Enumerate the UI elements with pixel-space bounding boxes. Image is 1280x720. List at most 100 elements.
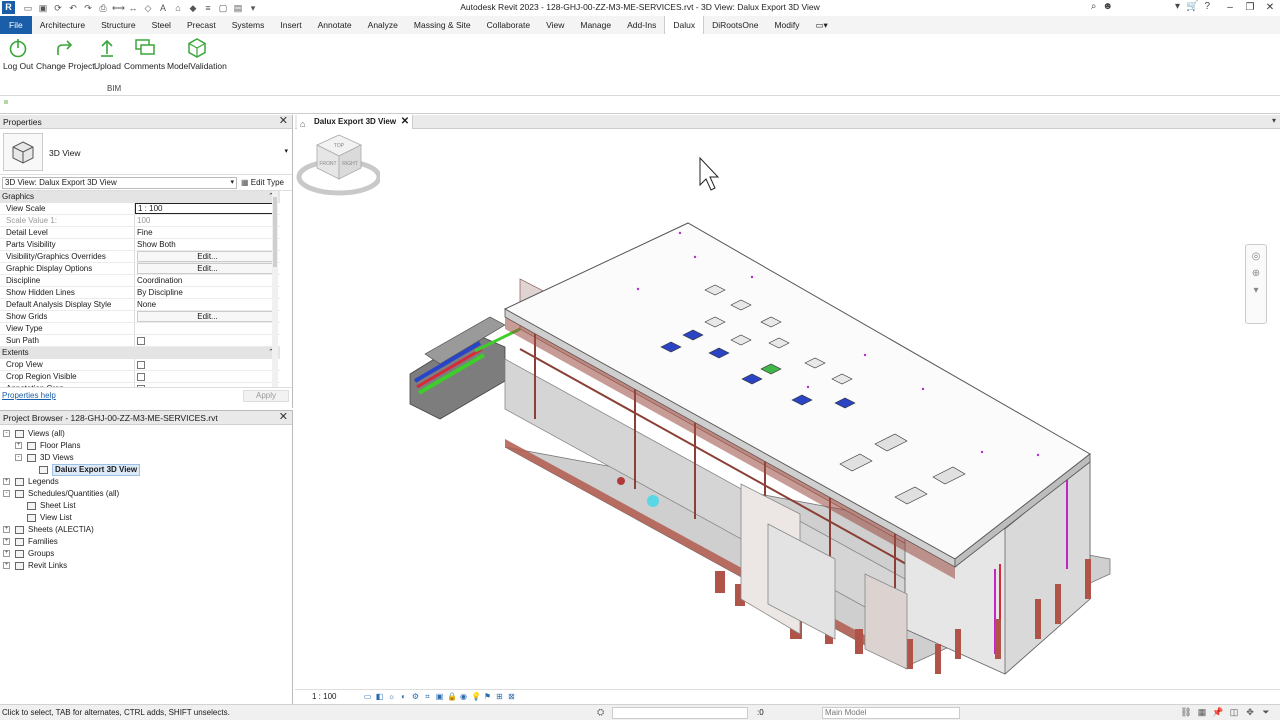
sun-path-icon[interactable]: ☼ — [387, 692, 396, 702]
checkbox[interactable] — [137, 361, 145, 369]
property-value[interactable] — [135, 323, 280, 334]
log-out-button[interactable]: Log Out — [3, 37, 33, 71]
browser-node[interactable]: + Families — [0, 536, 292, 548]
crop-view-icon[interactable]: ⌗ — [423, 692, 432, 702]
property-value[interactable]: Show Both — [135, 239, 280, 250]
property-value[interactable] — [135, 359, 280, 370]
close-icon[interactable]: ✕ — [279, 411, 288, 424]
tab-file[interactable]: File — [0, 16, 32, 34]
edit-button[interactable]: Edit... — [137, 263, 278, 274]
binoculars-icon[interactable]: ⌕ — [1091, 1, 1097, 12]
chevron-down-icon[interactable]: ▾ — [1246, 285, 1266, 296]
visual-style-icon[interactable]: ◧ — [375, 692, 384, 702]
cart-icon[interactable]: 🛒 — [1186, 1, 1198, 12]
browser-node[interactable]: + Floor Plans — [0, 440, 292, 452]
tab-insert[interactable]: Insert — [272, 16, 309, 34]
tab-modify[interactable]: Modify — [766, 16, 807, 34]
dropdown-icon[interactable]: ▾ — [1175, 1, 1180, 12]
tab-view[interactable]: View — [538, 16, 572, 34]
collapse-icon[interactable]: - — [3, 490, 10, 497]
tab-annotate[interactable]: Annotate — [310, 16, 360, 34]
expand-icon[interactable]: + — [3, 478, 10, 485]
worksets-icon[interactable]: ⛭ — [597, 707, 604, 718]
contextual-tab-dropdown[interactable]: ▭▾ — [807, 16, 835, 34]
render-icon[interactable]: ⚙ — [411, 692, 420, 702]
help-icon[interactable]: ? — [1204, 1, 1210, 12]
expand-icon[interactable]: + — [3, 538, 10, 545]
property-value[interactable]: By Discipline — [135, 287, 280, 298]
browser-node[interactable]: - 3D Views — [0, 452, 292, 464]
select-links-icon[interactable]: ⛓ — [1180, 707, 1192, 718]
close-icon[interactable]: ✕ — [279, 115, 288, 128]
property-value[interactable]: Coordination — [135, 275, 280, 286]
steering-wheel-icon[interactable]: ◎ — [1246, 251, 1266, 262]
tab-dalux[interactable]: Dalux — [664, 16, 705, 34]
property-group-graphics[interactable]: Graphics⌃ — [0, 191, 280, 203]
restore-button[interactable]: ❐ — [1240, 0, 1260, 16]
tab-add-ins[interactable]: Add-Ins — [619, 16, 664, 34]
edit-button[interactable]: Edit... — [137, 251, 278, 262]
property-value[interactable]: Edit... — [135, 311, 280, 322]
edit-type-button[interactable]: ▦ Edit Type — [241, 177, 284, 189]
change-project-button[interactable]: Change Project — [36, 37, 95, 71]
collapse-icon[interactable]: - — [15, 454, 22, 461]
select-pinned-icon[interactable]: 📌 — [1212, 707, 1224, 718]
constraints-icon[interactable]: ⊠ — [507, 692, 516, 702]
expand-icon[interactable]: + — [3, 526, 10, 533]
checkbox[interactable] — [137, 337, 145, 345]
chevron-down-icon[interactable]: ▾ — [284, 147, 288, 155]
expand-icon[interactable]: + — [3, 562, 10, 569]
tab-architecture[interactable]: Architecture — [32, 16, 93, 34]
select-by-face-icon[interactable]: ◫ — [1228, 707, 1240, 718]
tab-menu-icon[interactable]: ▾ — [1272, 116, 1276, 125]
properties-help-link[interactable]: Properties help — [2, 391, 56, 400]
browser-node[interactable]: + Groups — [0, 548, 292, 560]
browser-node[interactable]: + Legends — [0, 476, 292, 488]
analytical-icon[interactable]: ⊞ — [495, 692, 504, 702]
browser-node[interactable]: + Revit Links — [0, 560, 292, 572]
property-value[interactable]: 100 — [135, 215, 280, 226]
tab-systems[interactable]: Systems — [224, 16, 273, 34]
expand-icon[interactable]: + — [3, 550, 10, 557]
property-value[interactable]: Edit... — [135, 263, 280, 274]
collapse-icon[interactable]: - — [3, 430, 10, 437]
reveal-hidden-icon[interactable]: 💡 — [471, 692, 481, 702]
tab-dalux-export-3d-view[interactable]: ⌂ Dalux Export 3D View ✕ — [297, 115, 414, 129]
tab-manage[interactable]: Manage — [572, 16, 619, 34]
instance-selector[interactable]: 3D View: Dalux Export 3D View ▾ — [2, 177, 237, 189]
browser-node[interactable]: Sheet List — [0, 500, 292, 512]
property-value[interactable]: None — [135, 299, 280, 310]
upload-button[interactable]: Upload — [94, 37, 121, 71]
view-cube[interactable]: TOP FRONT RIGHT — [295, 129, 380, 204]
browser-node[interactable]: - Views (all) — [0, 428, 292, 440]
minimize-button[interactable]: – — [1220, 0, 1240, 16]
property-group-extents[interactable]: Extents⌃ — [0, 347, 280, 359]
select-underlay-icon[interactable]: ▦ — [1196, 707, 1208, 718]
browser-node[interactable]: - Schedules/Quantities (all) — [0, 488, 292, 500]
lock-icon[interactable]: 🔒 — [447, 692, 457, 702]
browser-node[interactable]: + Sheets (ALECTIA) — [0, 524, 292, 536]
design-option-field[interactable]: Main Model — [822, 707, 960, 719]
tab-dirootsone[interactable]: DiRootsOne — [704, 16, 766, 34]
close-tab-icon[interactable]: ✕ — [401, 115, 409, 129]
tab-steel[interactable]: Steel — [144, 16, 179, 34]
close-button[interactable]: ✕ — [1260, 0, 1280, 16]
property-value[interactable] — [135, 371, 280, 382]
tab-collaborate[interactable]: Collaborate — [479, 16, 538, 34]
property-value[interactable] — [135, 335, 280, 346]
property-value[interactable]: 1 : 100 — [135, 203, 278, 214]
tab-structure[interactable]: Structure — [93, 16, 144, 34]
user-account[interactable] — [1119, 1, 1169, 12]
comments-button[interactable]: Comments — [124, 37, 165, 71]
apply-button[interactable]: Apply — [243, 390, 289, 402]
filter-icon[interactable]: ⏷ — [1260, 707, 1272, 718]
edit-button[interactable]: Edit... — [137, 311, 278, 322]
property-value[interactable]: Edit... — [135, 251, 280, 262]
type-selector[interactable]: 3D View ▾ — [0, 129, 292, 175]
zoom-icon[interactable]: ⊕ — [1246, 268, 1266, 279]
property-value[interactable]: Fine — [135, 227, 280, 238]
model-validation-button[interactable]: ModelValidation — [167, 37, 227, 71]
checkbox[interactable] — [137, 373, 145, 381]
detail-level-icon[interactable]: ▭ — [363, 692, 372, 702]
active-workset-field[interactable] — [612, 707, 748, 719]
